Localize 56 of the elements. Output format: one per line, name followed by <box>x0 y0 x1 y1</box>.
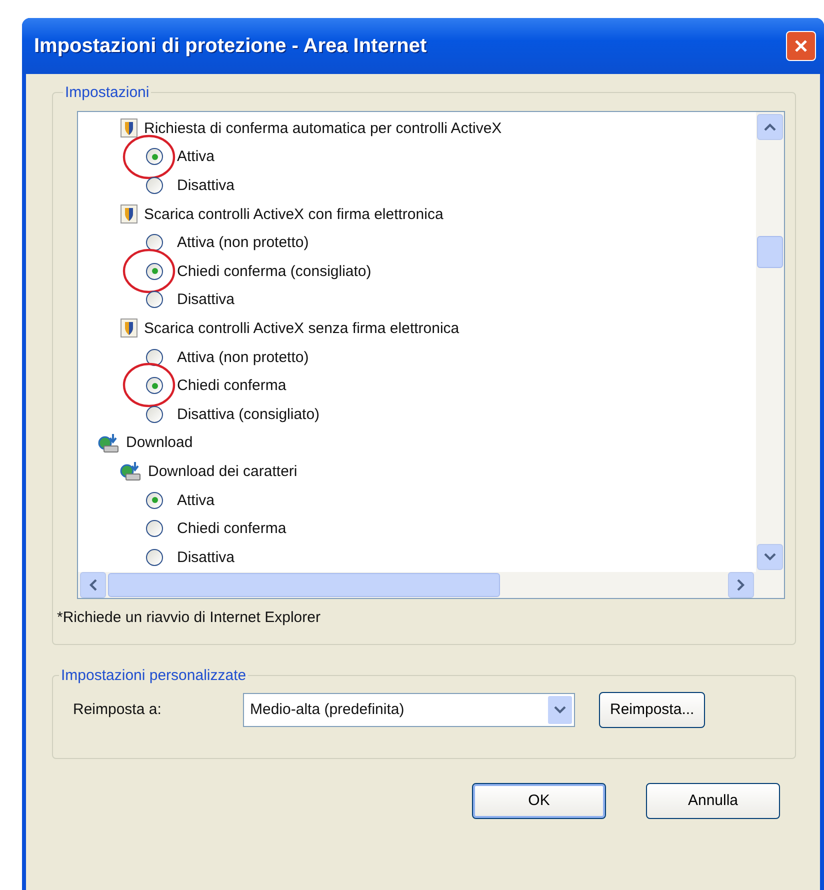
scroll-down-button[interactable] <box>757 544 783 570</box>
download-icon <box>98 432 120 453</box>
chevron-left-icon <box>89 578 97 590</box>
setting-label: Download dei caratteri <box>148 462 298 480</box>
option-label[interactable]: Attiva (non protetto) <box>177 234 309 252</box>
scroll-right-button[interactable] <box>728 572 754 598</box>
chevron-up-icon <box>764 123 776 131</box>
scroll-up-button[interactable] <box>757 114 783 140</box>
radio-button[interactable] <box>146 176 163 194</box>
option-label[interactable]: Chiedi conferma (consigliato) <box>177 262 372 280</box>
option-label[interactable]: Disattiva (consigliato) <box>177 406 320 423</box>
close-button[interactable] <box>786 31 816 61</box>
radio-button[interactable] <box>146 406 163 423</box>
group-title: Impostazioni <box>64 84 150 101</box>
radio-button[interactable] <box>146 234 163 252</box>
radio-button[interactable] <box>146 492 163 509</box>
level-dropdown[interactable]: Medio-alta (predefinita) <box>243 692 575 726</box>
radio-button[interactable] <box>146 520 163 538</box>
radio-button[interactable] <box>146 148 163 166</box>
footnote: *Richiede un riavvio di Internet Explorer <box>57 608 322 626</box>
option-label[interactable]: Attiva <box>177 148 215 166</box>
radio-button[interactable] <box>146 291 163 308</box>
shield-icon <box>120 118 138 138</box>
scroll-left-button[interactable] <box>80 572 106 598</box>
radio-button[interactable] <box>146 262 163 280</box>
shield-icon <box>120 204 138 224</box>
download-icon <box>120 461 142 482</box>
radio-button[interactable] <box>146 377 163 394</box>
scroll-thumb[interactable] <box>757 236 783 268</box>
option-label[interactable]: Attiva (non protetto) <box>177 348 309 366</box>
setting-label: Scarica controlli ActiveX senza firma elettronica <box>144 320 460 337</box>
reset-button[interactable]: Reimposta... <box>599 692 706 728</box>
chevron-right-icon <box>737 578 745 590</box>
cancel-button[interactable]: Annulla <box>646 782 780 818</box>
group-title: Impostazioni personalizzate <box>60 666 248 684</box>
option-label[interactable]: Attiva <box>177 492 215 509</box>
window-title: Impostazioni di protezione - Area Internet <box>34 34 427 58</box>
radio-button[interactable] <box>146 348 163 366</box>
radio-button[interactable] <box>146 548 163 566</box>
reset-label: Reimposta a: <box>73 701 162 718</box>
option-label[interactable]: Disattiva <box>177 291 235 308</box>
option-label[interactable]: Disattiva <box>177 176 235 194</box>
ok-button[interactable]: OK <box>472 782 606 818</box>
option-label[interactable]: Chiedi conferma <box>177 377 286 394</box>
category-label: Download <box>126 434 193 452</box>
scroll-thumb[interactable] <box>108 572 500 596</box>
horizontal-scrollbar[interactable] <box>78 572 784 598</box>
option-label[interactable]: Chiedi conferma <box>177 520 286 538</box>
setting-label: Richiesta di conferma automatica per controlli ActiveX <box>144 120 502 137</box>
option-label[interactable]: Disattiva <box>177 548 235 566</box>
chevron-down-icon <box>554 706 566 714</box>
setting-label: Scarica controlli ActiveX con firma elettronica <box>144 206 444 223</box>
chevron-down-icon <box>764 552 776 560</box>
close-icon <box>793 38 809 54</box>
shield-icon <box>120 318 138 338</box>
vertical-scrollbar[interactable] <box>756 112 784 572</box>
